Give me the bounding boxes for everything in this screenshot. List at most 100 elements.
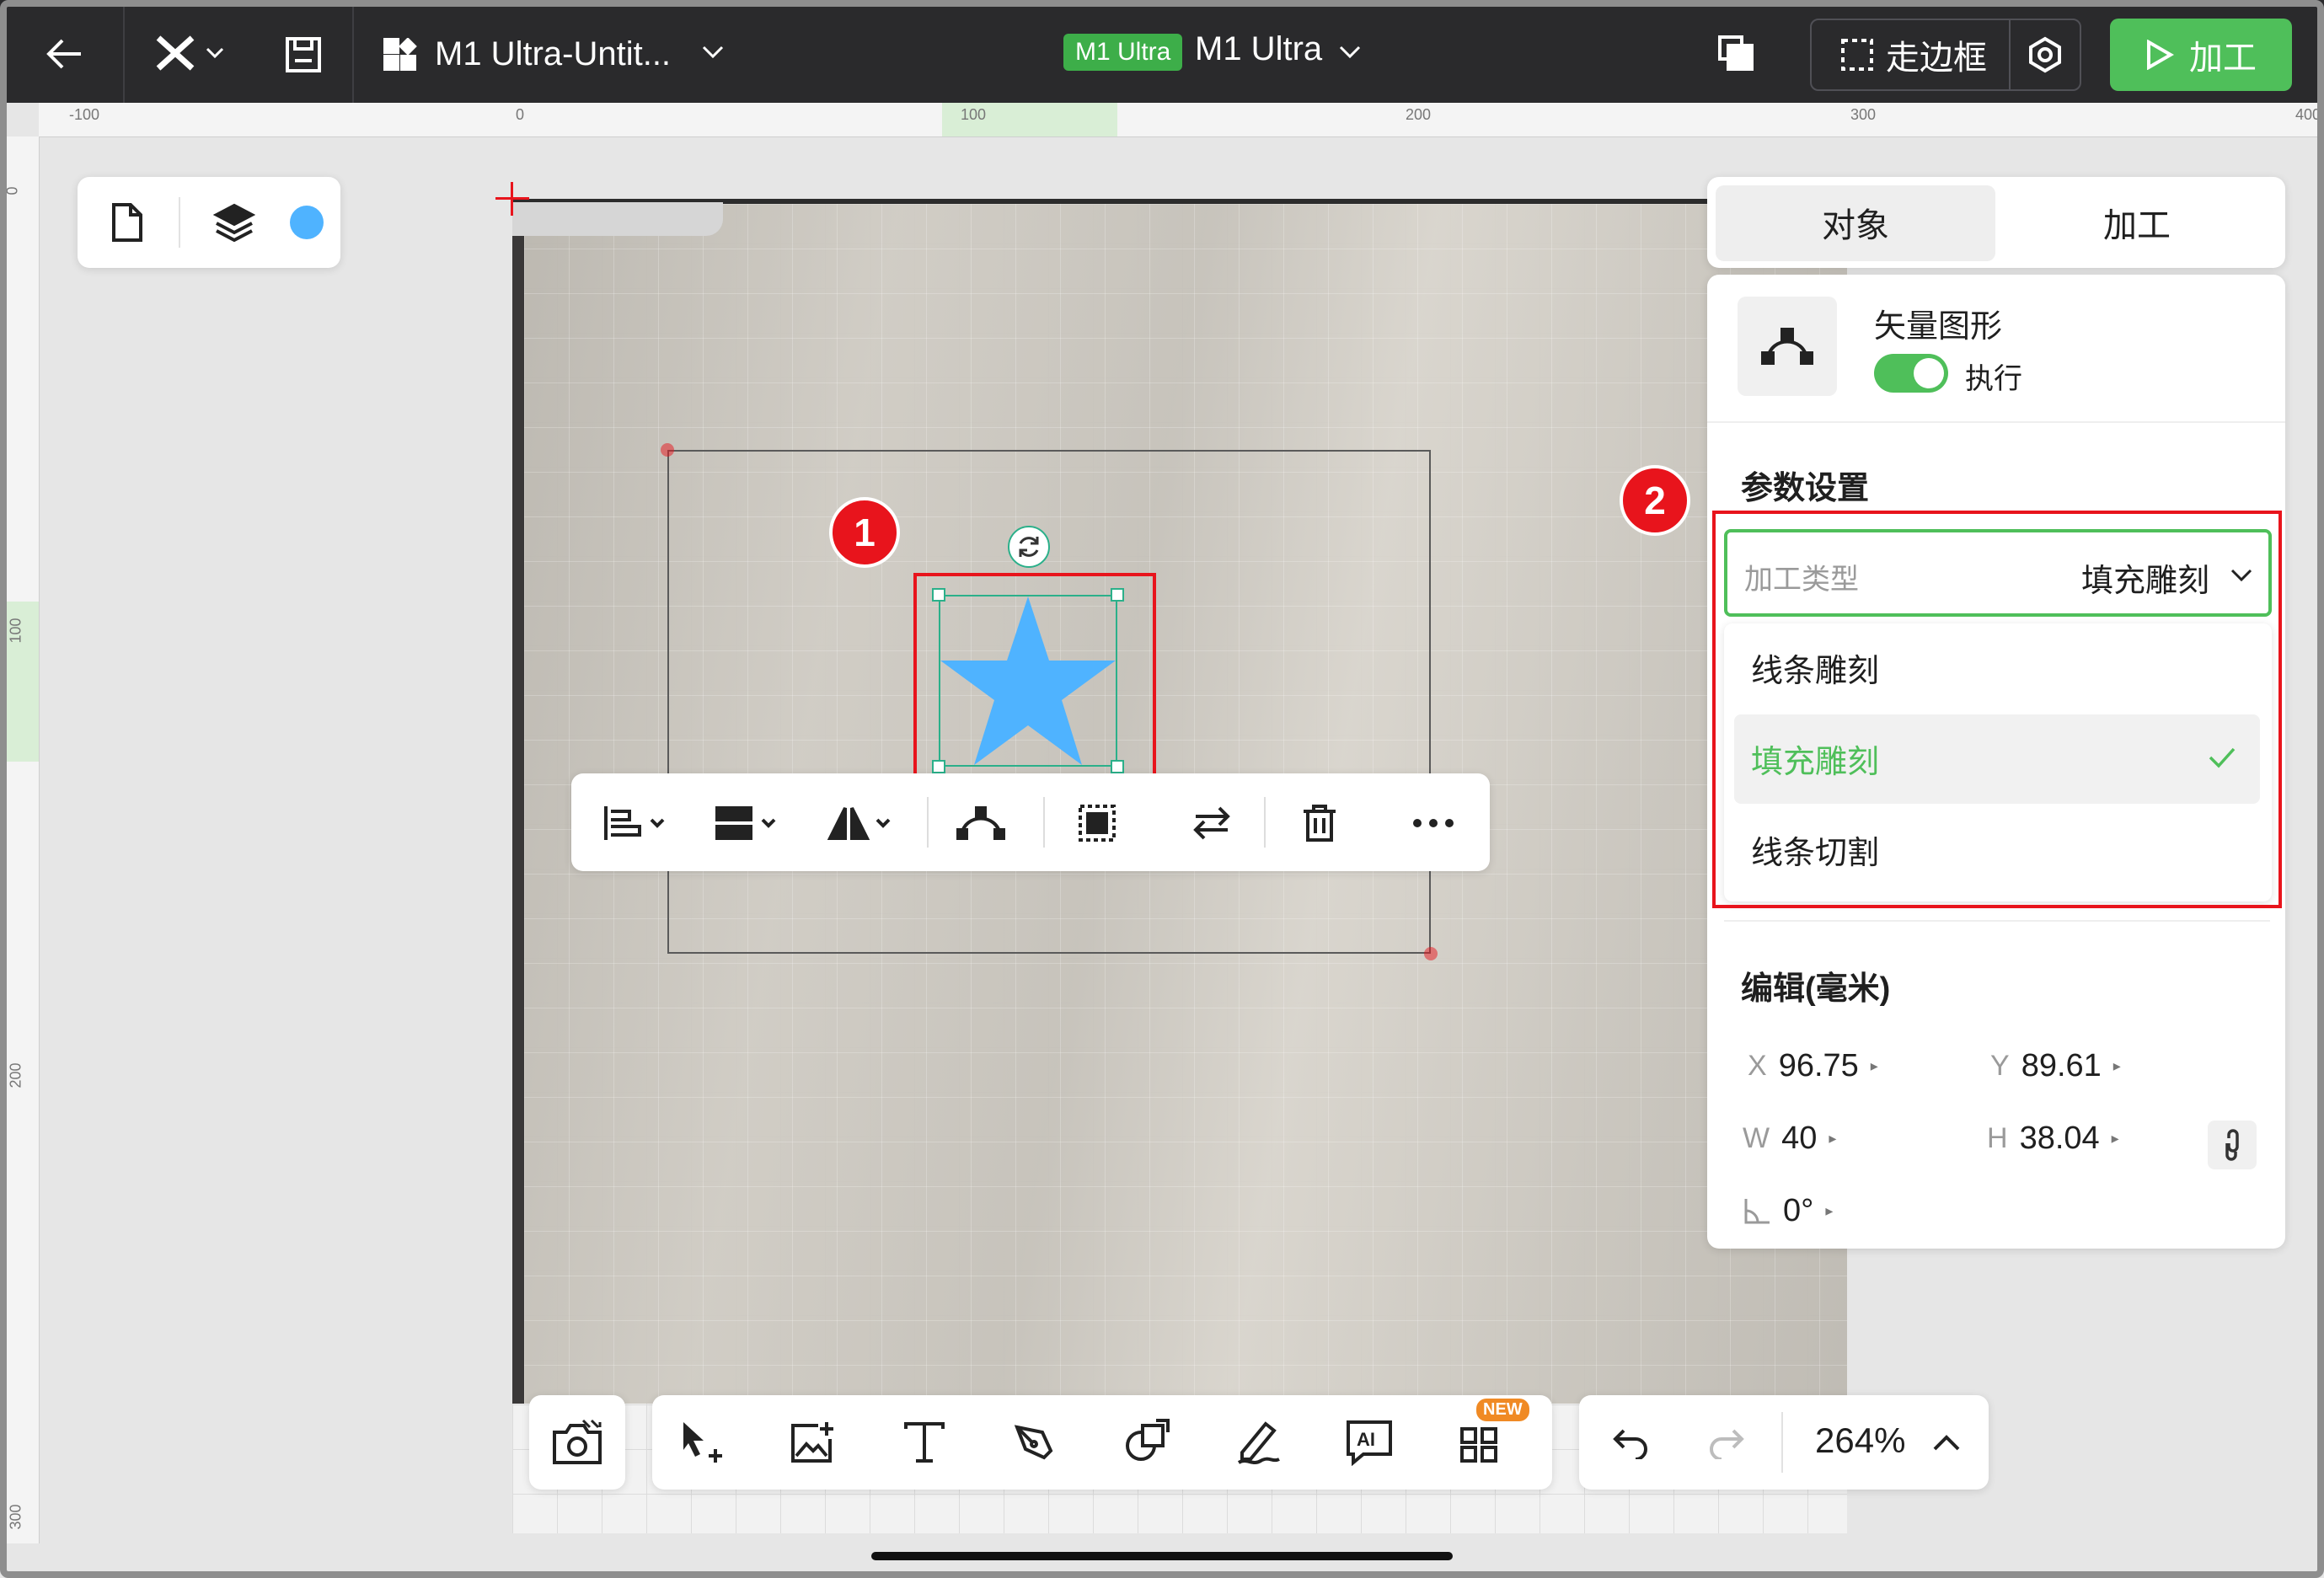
ruler-label: 200 <box>7 1062 24 1089</box>
tab-object[interactable]: 对象 <box>1716 184 1995 261</box>
chevron-up-icon[interactable] <box>1928 1424 1965 1461</box>
distribute-icon[interactable] <box>710 802 785 844</box>
rotate-handle-icon[interactable] <box>1008 526 1050 568</box>
select-add-icon[interactable] <box>674 1417 730 1468</box>
resize-handle[interactable] <box>1111 760 1124 773</box>
draw-icon[interactable] <box>1230 1417 1286 1468</box>
image-add-icon[interactable] <box>785 1417 841 1468</box>
back-arrow-icon[interactable] <box>37 30 91 78</box>
layers-icon[interactable] <box>211 201 258 244</box>
device-name[interactable]: M1 Ultra <box>1195 30 1322 68</box>
params-title: 参数设置 <box>1741 471 1870 506</box>
ruler-label: 400 <box>2295 106 2321 123</box>
ai-text-icon[interactable]: AI <box>1341 1417 1397 1468</box>
play-icon <box>2147 40 2174 70</box>
w-field[interactable]: W 40 ▸ <box>1743 1121 1836 1157</box>
frame-button-label: 走边框 <box>1886 40 1987 77</box>
divider <box>1707 421 2285 423</box>
divider <box>1264 797 1266 848</box>
document-icon[interactable] <box>108 199 147 246</box>
chevron-down-icon[interactable] <box>1336 42 1363 62</box>
xtool-logo-icon[interactable] <box>148 32 229 74</box>
dashed-frame-icon <box>1841 39 1873 71</box>
triangle-right-icon: ▸ <box>1825 1202 1834 1219</box>
triangle-right-icon: ▸ <box>2111 1130 2119 1147</box>
process-button[interactable]: 加工 <box>2110 19 2292 91</box>
angle-field[interactable]: 0° ▸ <box>1743 1193 1833 1229</box>
camera-icon[interactable] <box>549 1415 605 1469</box>
align-icon[interactable] <box>597 802 672 844</box>
y-value: 89.61 <box>2021 1048 2102 1083</box>
h-value: 38.04 <box>2019 1121 2100 1156</box>
divider <box>1781 1412 1783 1473</box>
angle-value: 0° <box>1783 1193 1814 1228</box>
left-tool-panel <box>78 177 340 268</box>
object-type: 矢量图形 <box>1874 309 2003 345</box>
flip-icon[interactable] <box>822 802 898 844</box>
shapes-icon[interactable] <box>1119 1417 1175 1468</box>
settings-icon[interactable] <box>2011 36 2080 73</box>
frame-button-group: 走边框 <box>1810 19 2081 91</box>
ruler-label: 200 <box>1406 106 1432 123</box>
resize-handle[interactable] <box>1111 588 1124 602</box>
triangle-right-icon: ▸ <box>1829 1130 1837 1147</box>
resize-handle[interactable] <box>932 760 945 773</box>
x-key: X <box>1748 1050 1767 1082</box>
origin-marker <box>511 182 513 216</box>
divider <box>179 197 180 248</box>
edit-nodes-icon[interactable] <box>954 800 1008 846</box>
swap-icon[interactable] <box>1186 800 1237 846</box>
save-icon[interactable] <box>280 34 327 76</box>
resize-handle[interactable] <box>932 588 945 602</box>
top-bar: M1 Ultra-Untit... M1 Ultra M1 Ultra 走边框 … <box>0 0 2324 103</box>
chevron-down-icon <box>206 47 224 59</box>
frame-button[interactable]: 走边框 <box>1840 30 2009 79</box>
svg-text:AI: AI <box>1357 1429 1375 1450</box>
x-field[interactable]: X 96.75 ▸ <box>1748 1048 1878 1084</box>
color-dot-icon[interactable] <box>290 206 324 239</box>
h-field[interactable]: H 38.04 ▸ <box>1987 1121 2119 1157</box>
x-value: 96.75 <box>1778 1048 1859 1083</box>
divider <box>927 797 929 848</box>
angle-icon <box>1744 1198 1770 1223</box>
tab-process[interactable]: 加工 <box>1997 184 2277 261</box>
apps-new-icon[interactable] <box>1453 1417 1508 1468</box>
divider <box>1043 797 1045 848</box>
device-badge: M1 Ultra <box>1063 34 1183 71</box>
y-key: Y <box>1990 1050 2010 1082</box>
group-icon[interactable] <box>1074 800 1121 846</box>
ruler-label: 100 <box>961 106 987 123</box>
delete-icon[interactable] <box>1296 800 1343 846</box>
divider <box>1724 920 2270 922</box>
y-field[interactable]: Y 89.61 ▸ <box>1990 1048 2121 1084</box>
ruler-label: 0 <box>516 106 525 123</box>
annotation-box-2 <box>1712 511 2282 908</box>
new-badge: NEW <box>1476 1399 1529 1421</box>
ruler-left: 0 100 200 300 <box>4 136 40 1543</box>
undo-icon[interactable] <box>1608 1420 1655 1464</box>
redo-icon[interactable] <box>1702 1420 1749 1464</box>
object-toolbar <box>571 773 1490 871</box>
divider <box>123 0 125 103</box>
copy-icon[interactable] <box>1714 32 1758 74</box>
ruler-top: -100 0 100 200 300 400 <box>39 103 2324 137</box>
triangle-right-icon: ▸ <box>2112 1057 2121 1074</box>
zoom-level[interactable]: 264% <box>1815 1420 1905 1461</box>
lock-ratio-icon[interactable] <box>2208 1121 2257 1169</box>
bottom-toolbar: AI NEW <box>652 1395 1552 1490</box>
pen-icon[interactable] <box>1008 1417 1063 1468</box>
triangle-right-icon: ▸ <box>1870 1057 1878 1074</box>
zoom-panel: 264% <box>1579 1395 1989 1490</box>
execute-toggle[interactable] <box>1874 354 1948 393</box>
apps-icon[interactable] <box>383 37 418 72</box>
file-title[interactable]: M1 Ultra-Untit... <box>435 30 671 78</box>
more-icon[interactable] <box>1406 802 1461 844</box>
process-button-label: 加工 <box>2189 40 2257 77</box>
chevron-down-icon[interactable] <box>699 42 726 62</box>
edit-title: 编辑(毫米) <box>1741 971 1891 1007</box>
camera-panel <box>529 1395 625 1490</box>
star-shape[interactable] <box>939 595 1117 767</box>
text-icon[interactable] <box>897 1417 952 1468</box>
annotation-badge-2: 2 <box>1620 465 1690 536</box>
w-value: 40 <box>1781 1121 1818 1156</box>
